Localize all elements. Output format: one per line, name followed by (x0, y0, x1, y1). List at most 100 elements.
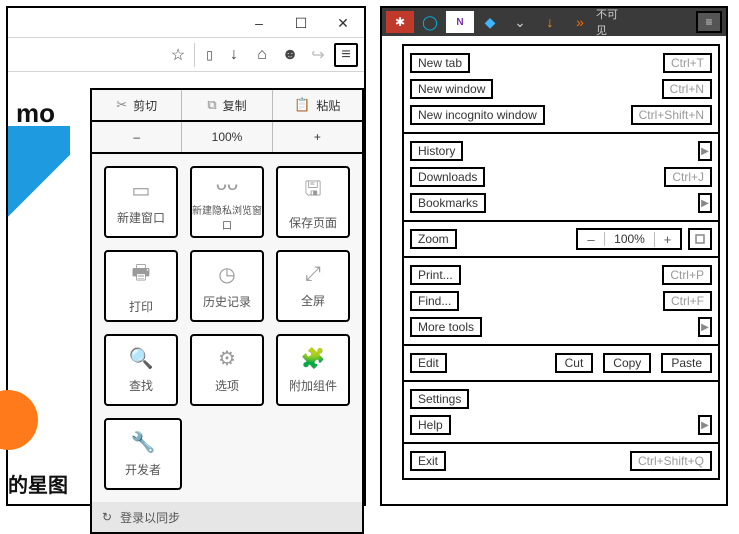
paste-item[interactable]: 📋 粘贴 (273, 90, 362, 120)
exit-item[interactable]: Exit Ctrl+Shift+Q (410, 448, 712, 474)
new-incognito-item[interactable]: New incognito window Ctrl+Shift+N (410, 102, 712, 128)
forward-icon[interactable]: ↪ (306, 43, 330, 67)
close-button[interactable]: ✕ (322, 8, 364, 38)
print-shortcut: Ctrl+P (662, 265, 712, 285)
fullscreen-button[interactable] (688, 228, 712, 250)
section-edit: Edit Cut Copy Paste (404, 346, 718, 382)
puzzle-icon: 🧩 (301, 346, 326, 371)
ext-onenote-icon[interactable]: N (446, 11, 474, 33)
chrome-toolbar: ✱ ◯ N ◆ ⌄ ↓ » 不可见 ≡ (382, 8, 726, 36)
addons-tile[interactable]: 🧩 附加组件 (276, 334, 350, 406)
ext-cortana-icon[interactable]: ◯ (416, 11, 444, 33)
section-new: New tab Ctrl+T New window Ctrl+N New inc… (404, 46, 718, 134)
find-label: 查找 (129, 377, 153, 394)
ext-download-icon[interactable]: ↓ (536, 11, 564, 33)
browser-toolbar: ☆ ▯ ↓ ⌂ ☻ ↪ ≡ (8, 38, 364, 72)
history-label: History (410, 141, 463, 161)
more-tools-item[interactable]: More tools ▶ (410, 314, 712, 340)
new-window-item[interactable]: New window Ctrl+N (410, 76, 712, 102)
window-icon: ▭ (132, 178, 151, 203)
edit-label: Edit (410, 353, 447, 373)
new-window-label: 新建窗口 (117, 209, 165, 226)
developer-label: 开发者 (125, 461, 161, 478)
zoom-in-button[interactable]: + (654, 232, 680, 247)
sync-icon: ↻ (102, 510, 112, 524)
zoom-out-button[interactable]: – (92, 122, 182, 152)
paste-label: 粘贴 (316, 97, 340, 114)
settings-label: Settings (410, 389, 469, 409)
downloads-icon[interactable]: ↓ (222, 43, 246, 67)
edit-cut-button[interactable]: Cut (555, 353, 594, 373)
new-tab-item[interactable]: New tab Ctrl+T (410, 50, 712, 76)
section-exit: Exit Ctrl+Shift+Q (404, 444, 718, 478)
find-item[interactable]: Find... Ctrl+F (410, 288, 712, 314)
ext-rss-icon[interactable]: » (566, 11, 594, 33)
chrome-hamburger-button[interactable]: ≡ (696, 11, 722, 33)
hamburger-menu-button[interactable]: ≡ (334, 43, 358, 67)
new-window-tile[interactable]: ▭ 新建窗口 (104, 166, 178, 238)
history-tile[interactable]: ◷ 历史记录 (190, 250, 264, 322)
exit,-shortcutut: Ctrl+Shift+Q (630, 451, 712, 471)
firefox-window: – ☐ ✕ ☆ ▯ ↓ ⌂ ☻ ↪ ≡ mo 的星图 ✂ 剪切 ⧉ 复制 📋 (6, 6, 366, 506)
home-icon[interactable]: ⌂ (250, 43, 274, 67)
ext-lastpass-icon[interactable]: ✱ (386, 11, 414, 33)
addon-smiley-icon[interactable]: ☻ (278, 43, 302, 67)
section-zoom: Zoom – 100% + (404, 222, 718, 258)
downloads-shortcut: Ctrl+J (664, 167, 712, 187)
edit-copy-button[interactable]: Copy (603, 353, 651, 373)
print-label: 打印 (129, 298, 153, 315)
print-label: Print... (410, 265, 461, 285)
options-tile[interactable]: ⚙ 选项 (190, 334, 264, 406)
new-private-tile[interactable]: ᴗᴗ 新建隐私浏览窗口 (190, 166, 264, 238)
bookmarks-submenu-arrow: ▶ (698, 193, 712, 213)
search-icon: 🔍 (129, 346, 154, 371)
fullscreen-tile[interactable]: ⤢ 全屏 (276, 250, 350, 322)
new-window-label: New window (410, 79, 493, 99)
cut-item[interactable]: ✂ 剪切 (92, 90, 182, 120)
scissors-icon: ✂ (116, 97, 127, 113)
addons-label: 附加组件 (289, 377, 337, 394)
downloads-item[interactable]: Downloads Ctrl+J (410, 164, 712, 190)
zoom-value: 100% (604, 232, 654, 246)
help-item[interactable]: Help ▶ (410, 412, 712, 438)
zoom-control-group: – 100% + (576, 228, 682, 250)
sync-row[interactable]: ↻ 登录以同步 (92, 502, 362, 532)
history-label: 历史记录 (203, 293, 251, 310)
zoom-item: Zoom – 100% + (410, 226, 712, 252)
exit-label: Exit (410, 451, 446, 471)
clock-icon: ◷ (218, 262, 235, 287)
chrome-window: ✱ ◯ N ◆ ⌄ ↓ » 不可见 ≡ New tab Ctrl+T New w… (380, 6, 728, 506)
zoom-out-button[interactable]: – (578, 232, 604, 247)
new-window-shortcut: Ctrl+N (662, 79, 712, 99)
fullscreen-icon: ⤢ (305, 263, 321, 286)
zoom-in-button[interactable]: + (273, 122, 362, 152)
fullscreen-icon (695, 234, 705, 244)
print-item[interactable]: Print... Ctrl+P (410, 262, 712, 288)
page-logo-prefix: mo (16, 98, 55, 129)
print-tile[interactable]: 🖶 打印 (104, 250, 178, 322)
section-history: History ▶ Downloads Ctrl+J Bookmarks ▶ (404, 134, 718, 222)
ext-gem-icon[interactable]: ◆ (476, 11, 504, 33)
edit-paste-button[interactable]: Paste (661, 353, 712, 373)
ext-pocket-icon[interactable]: ⌄ (506, 11, 534, 33)
toolbar-text: 不可见 (596, 11, 624, 33)
maximize-button[interactable]: ☐ (280, 8, 322, 38)
find-tile[interactable]: 🔍 查找 (104, 334, 178, 406)
minimize-button[interactable]: – (238, 8, 280, 38)
history-item[interactable]: History ▶ (410, 138, 712, 164)
sync-label: 登录以同步 (120, 509, 180, 526)
zoom-value[interactable]: 100% (182, 122, 272, 152)
bookmark-star-icon[interactable]: ☆ (166, 43, 190, 67)
developer-tile[interactable]: 🔧 开发者 (104, 418, 182, 490)
wrench-icon: 🔧 (131, 430, 156, 455)
help-submenu-arrow: ▶ (698, 415, 712, 435)
settings-item[interactable]: Settings (410, 386, 712, 412)
bookmarks-item[interactable]: Bookmarks ▶ (410, 190, 712, 216)
reader-icon[interactable]: ▯ (194, 43, 218, 67)
copy-item[interactable]: ⧉ 复制 (182, 90, 272, 120)
decorative-circle (0, 390, 38, 450)
options-label: 选项 (215, 377, 239, 394)
page-cn-text: 的星图 (8, 469, 68, 498)
save-page-tile[interactable]: 🖫 保存页面 (276, 166, 350, 238)
bookmarks-label: Bookmarks (410, 193, 486, 213)
